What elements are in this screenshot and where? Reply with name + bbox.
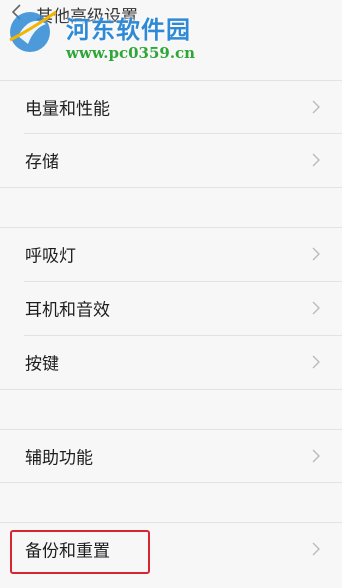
highlight-box bbox=[10, 530, 150, 574]
watermark-logo-icon bbox=[9, 10, 57, 52]
settings-item-buttons[interactable]: 按键 bbox=[0, 336, 342, 388]
watermark-site-name: 河东软件园 bbox=[66, 16, 191, 44]
chevron-right-icon bbox=[312, 100, 320, 114]
watermark: 河东软件园 www.pc0359.cn bbox=[0, 0, 220, 70]
divider bbox=[0, 389, 342, 390]
watermark-url: www.pc0359.cn bbox=[66, 44, 196, 62]
divider bbox=[0, 482, 342, 483]
divider bbox=[0, 187, 342, 188]
settings-item-label: 呼吸灯 bbox=[25, 246, 76, 267]
chevron-right-icon bbox=[312, 301, 320, 315]
chevron-right-icon bbox=[312, 247, 320, 261]
chevron-right-icon bbox=[312, 542, 320, 556]
settings-item-label: 按键 bbox=[25, 354, 59, 375]
settings-item-label: 辅助功能 bbox=[25, 448, 93, 469]
settings-item-label: 存储 bbox=[25, 152, 59, 173]
settings-item-label: 耳机和音效 bbox=[25, 300, 110, 321]
settings-item-label: 电量和性能 bbox=[25, 99, 110, 120]
chevron-right-icon bbox=[312, 355, 320, 369]
settings-item-battery-performance[interactable]: 电量和性能 bbox=[0, 81, 342, 133]
chevron-right-icon bbox=[312, 153, 320, 167]
settings-item-headphones-audio[interactable]: 耳机和音效 bbox=[0, 282, 342, 334]
settings-item-accessibility[interactable]: 辅助功能 bbox=[0, 430, 342, 482]
settings-item-notification-light[interactable]: 呼吸灯 bbox=[0, 228, 342, 280]
settings-item-storage[interactable]: 存储 bbox=[0, 134, 342, 186]
chevron-right-icon bbox=[312, 449, 320, 463]
